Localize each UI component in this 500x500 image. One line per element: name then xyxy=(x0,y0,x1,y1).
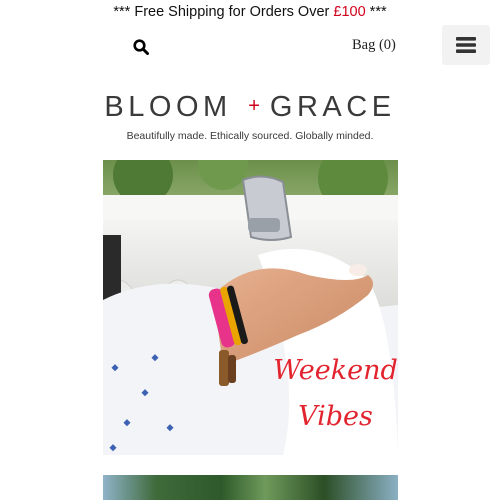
logo-plus: + xyxy=(248,95,260,117)
bag-link[interactable]: Bag (0) xyxy=(352,37,396,54)
hamburger-menu-icon xyxy=(456,37,476,53)
announcement-amount: £100 xyxy=(333,4,366,20)
menu-button[interactable] xyxy=(442,25,490,65)
hero-banner[interactable]: Weekend Vibes xyxy=(103,160,398,455)
shipping-announcement: *** Free Shipping for Orders Over £100 *… xyxy=(0,4,500,24)
search-icon xyxy=(133,39,149,55)
announcement-suffix: *** xyxy=(365,4,387,20)
announcement-prefix: *** Free Shipping for Orders Over xyxy=(113,4,334,20)
hero-caption: Weekend Vibes xyxy=(273,348,398,440)
brand-logo[interactable]: BLOOM + GRACE xyxy=(0,91,500,124)
hero-caption-line1: Weekend xyxy=(273,355,398,386)
logo-word-grace: GRACE xyxy=(269,91,396,123)
secondary-banner-photo[interactable] xyxy=(103,475,398,500)
search-button[interactable] xyxy=(128,34,154,60)
brand-tagline: Beautifully made. Ethically sourced. Glo… xyxy=(126,130,374,142)
hero-caption-line2: Vibes xyxy=(298,401,373,432)
logo-word-bloom: BLOOM xyxy=(104,91,232,123)
